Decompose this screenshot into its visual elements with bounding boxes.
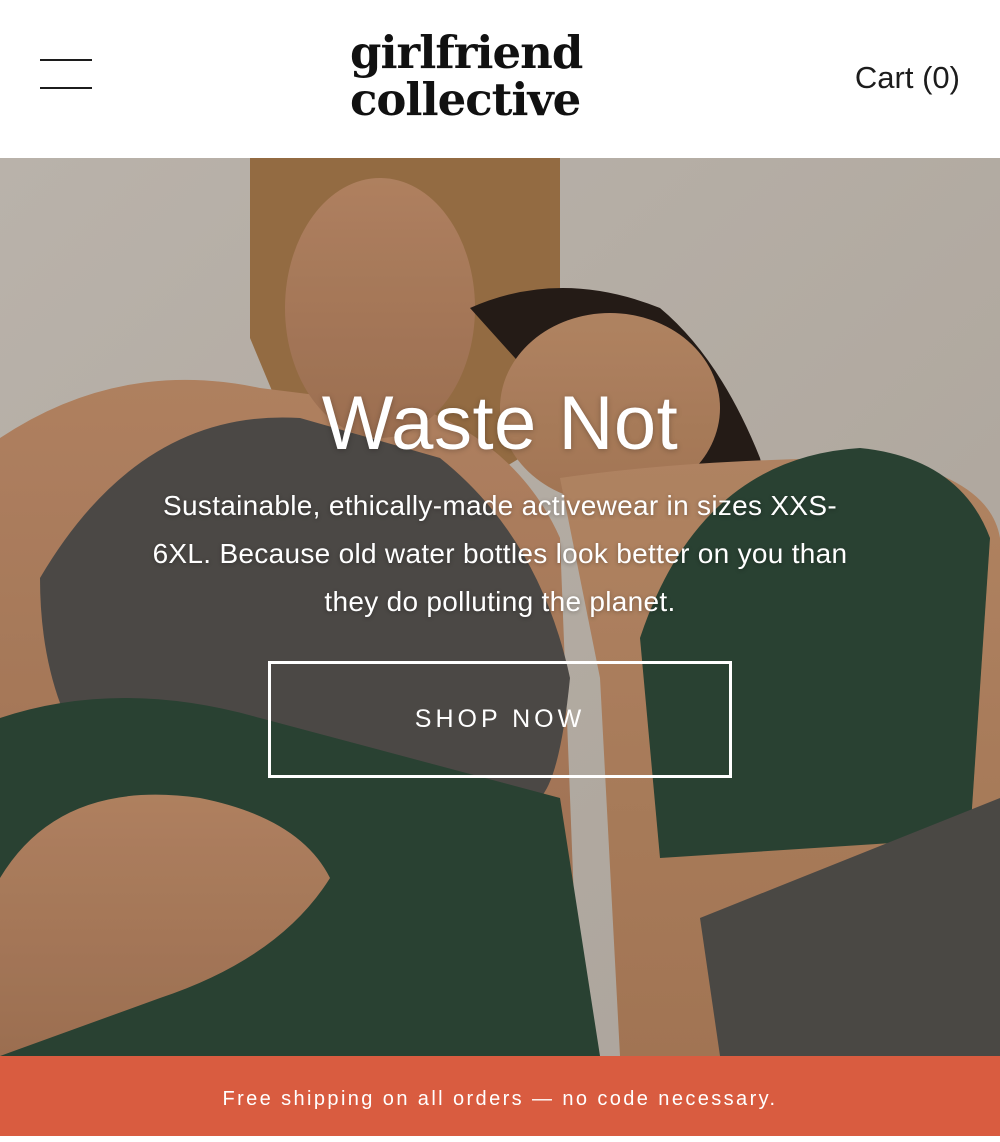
site-header: girlfriend collective Cart (0) [0,0,1000,158]
logo-line-1: girlfriend [350,26,583,79]
menu-line [40,87,92,89]
hero-subtitle: Sustainable, ethically-made activewear i… [152,490,848,617]
menu-line [40,59,92,61]
promo-banner: Free shipping on all orders — no code ne… [0,1056,1000,1136]
promo-text: Free shipping on all orders — no code ne… [222,1088,778,1110]
hamburger-menu-icon[interactable] [40,58,92,92]
brand-logo[interactable]: girlfriend collective [350,30,595,124]
logo-line-2: collective [350,73,581,126]
hero-title: Waste Not [321,381,679,466]
cart-link[interactable]: Cart (0) [855,60,960,96]
hero-banner: Waste Not Sustainable, ethically-made ac… [0,158,1000,1056]
shop-now-button[interactable]: SHOP NOW [268,661,732,778]
